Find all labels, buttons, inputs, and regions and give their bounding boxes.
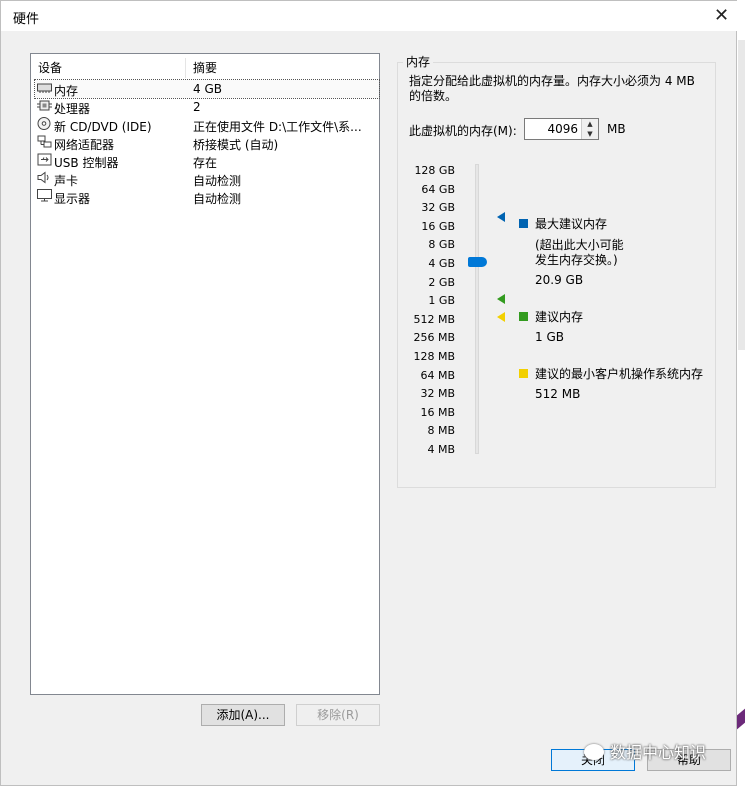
device-summary: 自动检测 [193, 174, 242, 188]
scale-tick-label: 32 MB [420, 387, 455, 401]
scale-tick-label: 128 GB [414, 164, 455, 177]
device-summary: 桥接模式 (自动) [193, 138, 279, 152]
legend-max-title: 最大建议内存 [535, 217, 608, 231]
memory-field-label: 此虚拟机的内存(M): [409, 124, 517, 138]
scale-tick-label: 64 GB [421, 182, 455, 196]
device-summary: 存在 [193, 156, 218, 170]
legend-min-swatch [519, 369, 528, 378]
device-name: 显示器 [54, 192, 91, 206]
scale-tick-label: 1 GB [428, 294, 455, 308]
title-bar: 硬件 ✕ [1, 1, 738, 31]
device-row-sound[interactable]: 声卡 自动检测 [35, 170, 379, 188]
scale-tick-label: 2 GB [428, 275, 455, 289]
network-icon [37, 135, 52, 148]
device-list[interactable]: 设备 摘要 内存 4 GB 处理器 2 新 CD/DVD (IDE) 正在使用文… [30, 53, 380, 695]
close-icon[interactable]: ✕ [705, 1, 738, 31]
wechat-icon [584, 744, 604, 760]
column-header-device[interactable]: 设备 [38, 59, 62, 77]
recommended-marker-icon [497, 294, 505, 304]
device-summary: 正在使用文件 D:\工作文件\系... [193, 120, 362, 134]
scale-tick-label: 16 MB [420, 405, 455, 419]
device-row-memory[interactable]: 内存 4 GB [34, 79, 380, 99]
watermark: 数据中心知识 [584, 739, 706, 763]
background-scrollbar [738, 40, 745, 350]
memory-description: 指定分配给此虚拟机的内存量。内存大小必须为 4 MB 的倍数。 [409, 74, 695, 103]
legend-recommended-value: 1 GB [535, 330, 564, 344]
device-row-cd-dvd[interactable]: 新 CD/DVD (IDE) 正在使用文件 D:\工作文件\系... [35, 116, 379, 134]
memory-group-title: 内存 [403, 53, 434, 70]
memory-slider-track[interactable] [475, 164, 479, 454]
device-name: USB 控制器 [54, 156, 119, 170]
device-name: 新 CD/DVD (IDE) [54, 120, 152, 134]
legend-max-note: 发生内存交换。) [535, 253, 618, 267]
column-header-summary[interactable]: 摘要 [193, 59, 217, 77]
device-summary: 4 GB [193, 82, 222, 96]
monitor-icon [37, 189, 52, 202]
device-row-display[interactable]: 显示器 自动检测 [35, 188, 379, 206]
cd-icon [37, 117, 51, 130]
max-recommended-marker-icon [497, 212, 505, 222]
min-recommended-marker-icon [497, 312, 505, 322]
legend-recommended-title: 建议内存 [535, 310, 584, 324]
cpu-icon [37, 100, 52, 111]
speaker-icon [37, 171, 49, 184]
legend-max-swatch [519, 219, 528, 228]
scale-tick-label: 8 GB [428, 238, 455, 252]
device-summary: 自动检测 [193, 192, 242, 206]
background-accent [737, 708, 745, 730]
scale-tick-label: 128 MB [413, 350, 455, 363]
memory-value[interactable]: 4096 [547, 122, 578, 136]
scale-tick-label: 32 GB [421, 201, 455, 215]
scale-tick-label: 4 MB [427, 443, 455, 456]
watermark-text: 数据中心知识 [610, 743, 707, 762]
device-summary: 2 [193, 100, 201, 114]
scale-tick-label: 64 MB [420, 368, 455, 382]
add-device-button[interactable]: 添加(A)... [201, 704, 285, 726]
device-row-processor[interactable]: 处理器 2 [35, 98, 379, 116]
scale-tick-label: 8 MB [427, 424, 455, 438]
column-separator[interactable] [185, 58, 186, 78]
hardware-dialog: 硬件 ✕ 设备 摘要 内存 4 GB 处理器 2 新 CD/DVD (IDE) … [0, 0, 738, 786]
legend-min-title: 建议的最小客户机操作系统内存 [535, 367, 704, 381]
legend-max-value: 20.9 GB [535, 273, 584, 287]
usb-icon [37, 153, 52, 166]
device-name: 内存 [54, 84, 79, 98]
device-row-network[interactable]: 网络适配器 桥接模式 (自动) [35, 134, 379, 152]
scale-tick-label: 512 MB [413, 312, 455, 326]
memory-slider-thumb[interactable] [468, 257, 487, 267]
remove-device-button[interactable]: 移除(R) [296, 704, 380, 726]
legend-min-value: 512 MB [535, 387, 581, 401]
device-row-usb[interactable]: USB 控制器 存在 [35, 152, 379, 170]
device-name: 声卡 [54, 174, 79, 188]
scale-tick-label: 16 GB [421, 219, 455, 233]
dialog-title: 硬件 [13, 12, 40, 27]
scale-tick-label: 256 MB [413, 331, 455, 345]
legend-max-note: (超出此大小可能 [535, 238, 624, 252]
device-name: 网络适配器 [54, 138, 115, 152]
legend-recommended-swatch [519, 312, 528, 321]
memory-icon [37, 83, 52, 93]
scale-tick-label: 4 GB [428, 257, 455, 270]
memory-unit: MB [607, 122, 626, 136]
memory-spinbox[interactable]: 4096 ▲ ▼ [524, 118, 599, 140]
spin-arrows-icon[interactable]: ▲ ▼ [581, 119, 598, 139]
device-name: 处理器 [54, 102, 91, 116]
